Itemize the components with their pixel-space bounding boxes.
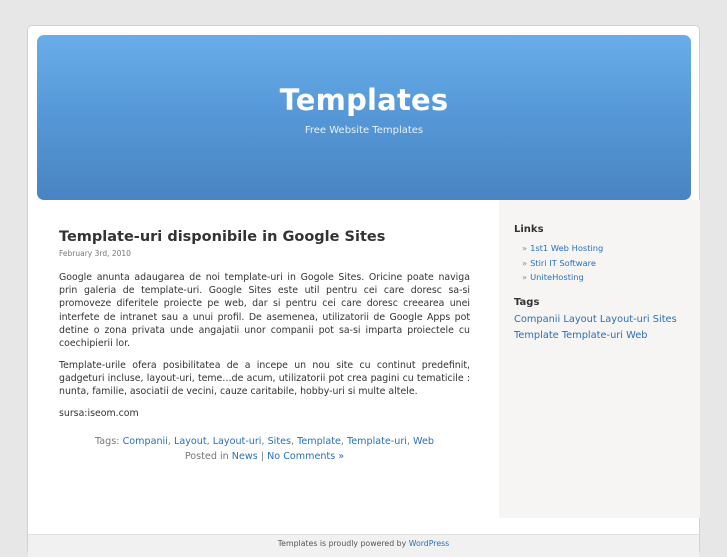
- list-item: » 1st1 Web Hosting: [522, 241, 603, 256]
- tag-cloud-template-uri[interactable]: Template-uri: [562, 330, 623, 341]
- post-category-line: Posted in News | No Comments »: [59, 450, 470, 465]
- arrow-icon: »: [522, 257, 528, 268]
- links-widget-title: Links: [514, 224, 544, 235]
- footer: Templates is proudly powered by WordPres…: [28, 534, 699, 557]
- footer-text: Templates is proudly powered by: [277, 539, 407, 548]
- sidebar-link-1st1-web-hosting[interactable]: 1st1 Web Hosting: [530, 243, 603, 253]
- blog-description: Free Website Templates: [304, 125, 424, 136]
- page-container: Templates Free Website Templates Templat…: [27, 25, 700, 557]
- tag-link-template-uri[interactable]: Template-uri: [347, 436, 407, 447]
- post-tags: Tags: Companii, Layout, Layout-uri, Site…: [95, 436, 434, 448]
- tag-cloud-layout[interactable]: Layout: [563, 314, 596, 325]
- blog-header: Templates Free Website Templates: [37, 35, 691, 200]
- tags-label: Tags:: [95, 436, 120, 448]
- comments-link[interactable]: No Comments »: [267, 451, 344, 462]
- post-date: February 3rd, 2010: [59, 249, 131, 258]
- tag-cloud-web[interactable]: Web: [626, 330, 647, 341]
- tag-link-layout-uri[interactable]: Layout-uri: [213, 436, 262, 447]
- tag-cloud: Companii Layout Layout-uri Sites Templat…: [514, 312, 694, 343]
- sidebar-link-unitehosting[interactable]: UniteHosting: [530, 272, 584, 282]
- post-paragraph: Template-urile ofera posibilitatea de a …: [59, 359, 470, 398]
- post-paragraph: Google anunta adaugarea de noi template-…: [59, 272, 470, 350]
- list-item: » Stiri IT Software: [522, 256, 603, 271]
- tag-link-template[interactable]: Template: [297, 436, 341, 447]
- tag-link-web[interactable]: Web: [413, 436, 434, 447]
- sidebar: Links » 1st1 Web Hosting » Stiri IT Softwa…: [499, 200, 700, 518]
- category-link-news[interactable]: News: [232, 451, 258, 462]
- tag-cloud-layout-uri[interactable]: Layout-uri: [600, 314, 650, 325]
- list-item: » UniteHosting: [522, 270, 603, 285]
- tag-link-sites[interactable]: Sites: [268, 436, 291, 447]
- footer-credit: Templates is proudly powered by WordPres…: [28, 539, 699, 548]
- links-list: » 1st1 Web Hosting » Stiri IT Software » Un…: [522, 241, 603, 285]
- main-content: Template-uri disponibile in Google Sites…: [59, 229, 470, 464]
- tags-widget-title: Tags: [514, 297, 540, 308]
- sidebar-link-stiri-it-software[interactable]: Stiri IT Software: [530, 258, 596, 268]
- meta-separator: |: [260, 450, 265, 462]
- arrow-icon: »: [522, 243, 528, 253]
- posted-in-label: Posted in: [184, 450, 229, 462]
- tag-link-layout[interactable]: Layout: [174, 436, 207, 447]
- tag-cloud-sites[interactable]: Sites: [653, 314, 677, 325]
- wordpress-link[interactable]: WordPress: [409, 539, 450, 548]
- tag-cloud-companii[interactable]: Companii: [514, 314, 560, 325]
- post-meta: Tags: Companii, Layout, Layout-uri, Site…: [59, 435, 470, 464]
- post-source: sursa:iseom.com: [59, 407, 139, 419]
- post-entry: Google anunta adaugarea de noi template-…: [59, 271, 470, 420]
- tag-cloud-template[interactable]: Template: [514, 330, 559, 341]
- tag-link-companii[interactable]: Companii: [123, 436, 168, 447]
- post-title[interactable]: Template-uri disponibile in Google Sites: [59, 229, 470, 245]
- arrow-icon: »: [522, 272, 528, 283]
- blog-title[interactable]: Templates: [37, 83, 691, 117]
